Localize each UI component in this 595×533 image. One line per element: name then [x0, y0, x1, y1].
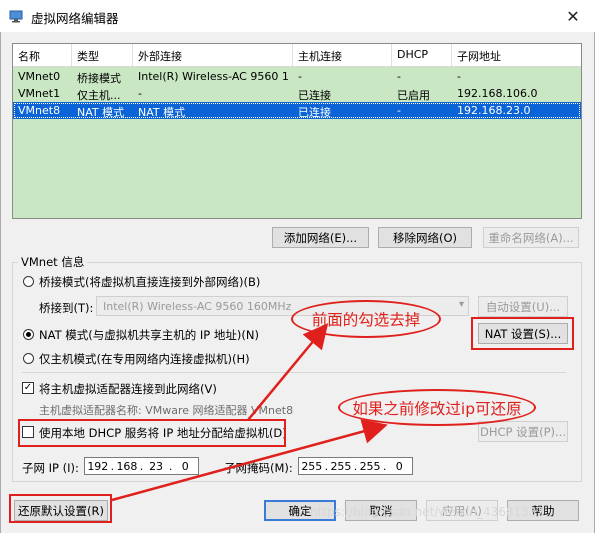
column-header-type[interactable]: 类型: [77, 48, 99, 64]
row-dhcp: 已启用: [397, 89, 430, 102]
row-subnet: 192.168.23.0: [457, 104, 531, 117]
remove-network-button[interactable]: 移除网络(O): [378, 227, 472, 248]
subnet-ip-input[interactable]: 192. 168. 23. 0: [84, 457, 199, 475]
dhcp-settings-button[interactable]: DHCP 设置(P)...: [478, 421, 568, 442]
row-name: VMnet1: [18, 87, 61, 100]
row-host: 已连接: [298, 89, 331, 102]
host-only-label: 仅主机模式(在专用网络内连接虚拟机)(H): [39, 352, 250, 366]
annotation-restore-note: 如果之前修改过ip可还原: [338, 389, 536, 426]
vmnet-info-label: VMnet 信息: [18, 254, 88, 270]
subnet-ip-label: 子网 IP (I):: [22, 461, 79, 475]
column-header-external[interactable]: 外部连接: [138, 48, 182, 64]
row-type: NAT 模式: [77, 106, 125, 119]
column-header-subnet[interactable]: 子网地址: [457, 48, 501, 64]
network-table[interactable]: 名称 类型 外部连接 主机连接 DHCP 子网地址 VMnet0 桥接模式 In…: [12, 43, 582, 219]
row-external: Intel(R) Wireless-AC 9560 1...: [138, 70, 288, 83]
row-dhcp: -: [397, 104, 401, 117]
nat-mode-label: NAT 模式(与虚拟机共享主机的 IP 地址)(N): [39, 328, 259, 342]
auto-settings-button[interactable]: 自动设置(U)...: [478, 296, 568, 317]
window-title: 虚拟网络编辑器: [31, 11, 119, 26]
chevron-down-icon: ▾: [458, 299, 464, 310]
ip-octet: 168: [116, 459, 138, 473]
column-header-name[interactable]: 名称: [18, 48, 40, 64]
column-header-dhcp[interactable]: DHCP: [397, 48, 428, 61]
row-external: -: [138, 87, 142, 100]
subnet-mask-input[interactable]: 255. 255. 255. 0: [298, 457, 413, 475]
table-row-selected[interactable]: VMnet8 NAT 模式 NAT 模式 已连接 - 192.168.23.0: [13, 102, 581, 119]
mask-octet: 255: [330, 459, 352, 473]
mask-octet: 255: [359, 459, 381, 473]
ip-octet: 23: [149, 459, 164, 473]
mask-octet: 0: [395, 459, 403, 473]
row-subnet: -: [457, 70, 461, 83]
rename-network-button[interactable]: 重命名网络(A)...: [483, 227, 579, 248]
connect-adapter-label: 将主机虚拟适配器连接到此网络(V): [39, 382, 217, 396]
mask-octet: 255: [301, 459, 323, 473]
highlight-use-dhcp: [18, 419, 286, 447]
row-external: NAT 模式: [138, 106, 186, 119]
row-type: 仅主机...: [77, 89, 121, 102]
subnet-mask-label: 子网掩码(M):: [224, 461, 293, 475]
highlight-restore: [9, 494, 112, 523]
bridge-to-value: Intel(R) Wireless-AC 9560 160MHz: [103, 300, 292, 313]
table-row[interactable]: VMnet1 仅主机... - 已连接 已启用 192.168.106.0: [13, 85, 581, 102]
watermark-text: https://blog.csdn.net/weixin_43681337: [310, 505, 545, 519]
bridge-mode-radio[interactable]: [23, 276, 34, 287]
column-header-host[interactable]: 主机连接: [298, 48, 342, 64]
network-editor-icon: [9, 10, 23, 23]
row-host: 已连接: [298, 106, 331, 119]
nat-mode-radio[interactable]: [23, 329, 34, 340]
ip-octet: 192: [87, 459, 109, 473]
divider: [22, 372, 566, 373]
row-name: VMnet8: [18, 104, 61, 117]
close-icon[interactable]: ✕: [560, 6, 586, 26]
row-name: VMnet0: [18, 70, 61, 83]
table-row[interactable]: VMnet0 桥接模式 Intel(R) Wireless-AC 9560 1.…: [13, 68, 581, 85]
connect-adapter-checkbox[interactable]: ✓: [22, 382, 34, 394]
row-type: 桥接模式: [77, 72, 121, 85]
row-dhcp: -: [397, 70, 401, 83]
bridge-to-label: 桥接到(T):: [39, 301, 94, 315]
table-header: 名称 类型 外部连接 主机连接 DHCP 子网地址: [13, 44, 581, 67]
host-only-radio[interactable]: [23, 353, 34, 364]
highlight-nat-settings: [471, 317, 574, 350]
adapter-name-text: 主机虚拟适配器名称: VMware 网络适配器 VMnet8: [39, 404, 294, 417]
row-subnet: 192.168.106.0: [457, 87, 538, 100]
row-host: -: [298, 70, 302, 83]
ip-octet: 0: [181, 459, 189, 473]
annotation-uncheck-note: 前面的勾选去掉: [291, 300, 441, 338]
bridge-mode-label: 桥接模式(将虚拟机直接连接到外部网络)(B): [39, 275, 261, 289]
add-network-button[interactable]: 添加网络(E)...: [272, 227, 369, 248]
